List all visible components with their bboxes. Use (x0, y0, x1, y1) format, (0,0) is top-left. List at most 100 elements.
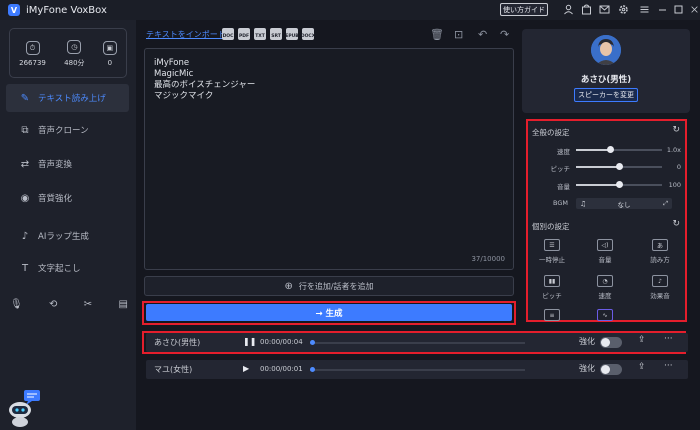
maximize-icon[interactable] (672, 3, 685, 16)
add-line-label: 行を追加/話者を追加 (298, 281, 374, 291)
plus-circle-icon: ⊕ (284, 280, 293, 292)
doc-format-icon[interactable]: DOC (222, 28, 234, 40)
time-minutes-icon: ◷ (67, 40, 82, 54)
microphone-icon[interactable]: 🎙 (10, 299, 23, 310)
mail-icon[interactable] (598, 3, 611, 16)
sidebar-item-label: 音声変換 (38, 160, 73, 170)
assistant-robot-icon[interactable] (6, 388, 42, 428)
editor-line: MagicMic (154, 69, 194, 79)
usage-guide-button[interactable]: 使い方ガイド (500, 3, 548, 16)
text-to-speech-icon: ✎ (20, 92, 30, 104)
effect-volume[interactable]: ◁) 音量 (585, 239, 625, 269)
reset-icon[interactable]: ↻ (672, 219, 680, 229)
text-editor[interactable]: iMyFone MagicMic 最高のボイスチェンジャー マジックマイク 37… (144, 48, 514, 270)
srt-format-icon[interactable]: SRT (270, 28, 282, 40)
speaker-card: あさひ(男性) スピーカーを変更 (522, 29, 690, 113)
progress-thumb[interactable] (310, 340, 315, 345)
effect-label: 速度 (598, 292, 612, 300)
stat-clones: ▣ 0 (102, 41, 117, 67)
pronunciation-icon: あ (652, 239, 668, 251)
sidebar-item-label: テキスト読み上げ (38, 94, 106, 104)
sidebar-item-voice-clone[interactable]: ⧉ 音声クローン (6, 116, 129, 144)
track-time: 00:00/00:04 (260, 338, 303, 346)
more-icon[interactable]: ··· (664, 361, 673, 371)
enhance-toggle[interactable] (600, 364, 622, 375)
progress-thumb[interactable] (310, 367, 315, 372)
slider-track[interactable] (576, 181, 662, 188)
sidebar-item-transcribe[interactable]: T 文字起こし (6, 254, 129, 282)
volume-slider[interactable]: 音量 100 (528, 180, 685, 191)
speed-slider[interactable]: 速度 1.0x (528, 145, 685, 156)
track-progress[interactable] (310, 340, 525, 345)
slider-track[interactable] (576, 146, 662, 153)
epub-format-icon[interactable]: EPUB (285, 28, 299, 40)
sidebar-item-ai-rap[interactable]: ♪ AIラップ生成 (6, 222, 129, 250)
pitch-slider[interactable]: ピッチ 0 (528, 162, 685, 173)
usage-stats-card: ⏱ 266739 ◷ 480分 ▣ 0 (9, 28, 127, 78)
slider-thumb[interactable] (616, 181, 623, 188)
loop-icon[interactable]: ⟲ (49, 299, 57, 310)
pause-insert-icon: ☰ (544, 239, 560, 251)
editor-line: 最高のボイスチェンジャー (154, 80, 256, 90)
export-icon[interactable]: ⇪ (638, 362, 646, 372)
effect-sound[interactable]: ♪ 効果音 (640, 275, 680, 305)
pdf-format-icon[interactable]: PDF (238, 28, 250, 40)
editor-line: マジックマイク (154, 91, 214, 101)
more-icon[interactable]: ··· (664, 334, 673, 344)
slider-label: 音量 (557, 183, 570, 191)
voice-clone-icon: ⧉ (21, 124, 29, 136)
music-note-icon: ♫ (580, 199, 587, 208)
add-line-button[interactable]: ⊕ 行を追加/話者を追加 (144, 276, 514, 296)
sidebar-item-audio-enhance[interactable]: ◉ 音質強化 (6, 184, 129, 212)
pitch-icon: ▮▮ (544, 275, 560, 287)
toolbox-icon[interactable]: ▤ (119, 299, 128, 310)
sidebar-item-text-to-speech[interactable]: ✎ テキスト読み上げ (6, 84, 129, 112)
minimize-icon[interactable] (656, 3, 669, 16)
bottom-tools: 🎙 ⟲ ✂ ▤ (10, 299, 128, 310)
pause-icon[interactable]: ❚❚ (243, 337, 256, 346)
docx-format-icon[interactable]: DOCX (301, 28, 315, 40)
slider-track[interactable] (576, 163, 662, 170)
enhance-label: 強化 (579, 337, 595, 346)
effect-pitch[interactable]: ▮▮ ピッチ (532, 275, 572, 305)
editor-content[interactable]: iMyFone MagicMic 最高のボイスチェンジャー マジックマイク (154, 58, 255, 102)
slider-label: 速度 (557, 148, 570, 156)
effect-pronunciation[interactable]: あ 読み方 (640, 239, 680, 269)
user-icon[interactable] (562, 3, 575, 16)
undo-icon[interactable]: ↶ (478, 28, 487, 41)
crop-icon[interactable]: ⊡ (454, 28, 463, 41)
change-speaker-button[interactable]: スピーカーを変更 (574, 88, 638, 102)
trash-icon[interactable]: 🗑 (430, 28, 444, 41)
reset-icon[interactable]: ↻ (672, 125, 680, 135)
menu-icon[interactable] (638, 3, 651, 16)
export-icon[interactable]: ⇪ (638, 335, 646, 345)
txt-format-icon[interactable]: TXT (254, 28, 266, 40)
app-logo: V (8, 4, 20, 16)
effect-speed[interactable]: ◔ 速度 (585, 275, 625, 305)
effect-label: 効果音 (650, 292, 670, 300)
transcribe-icon: T (21, 262, 29, 274)
bgm-select[interactable]: ♫ なし ⤢ (576, 198, 672, 209)
close-icon[interactable] (688, 3, 700, 16)
slider-value: 1.0x (666, 146, 681, 154)
expand-icon: ⤢ (663, 199, 668, 207)
effect-label: ピッチ (542, 292, 562, 300)
scissors-icon[interactable]: ✂ (84, 299, 92, 310)
enhance-toggle[interactable] (600, 337, 622, 348)
sidebar-item-voice-convert[interactable]: ⇄ 音声変換 (6, 150, 129, 178)
slider-thumb[interactable] (607, 146, 615, 153)
slider-thumb[interactable] (616, 163, 623, 170)
settings-gear-icon[interactable] (617, 3, 630, 16)
redo-icon[interactable]: ↷ (500, 28, 509, 41)
generate-button[interactable]: → 生成 (146, 304, 512, 321)
bgm-value: なし (617, 200, 631, 209)
play-icon[interactable]: ▶ (243, 364, 249, 373)
voice-convert-icon: ⇄ (20, 158, 30, 170)
sound-effect-icon: ♪ (652, 275, 668, 287)
import-text-link[interactable]: テキストをインポート (146, 29, 226, 40)
effect-pause[interactable]: ☰ 一時停止 (532, 239, 572, 269)
effect-label: 読み方 (650, 256, 670, 264)
track-progress[interactable] (310, 367, 525, 372)
shop-icon[interactable] (580, 3, 593, 16)
ai-rap-icon: ♪ (21, 230, 29, 242)
